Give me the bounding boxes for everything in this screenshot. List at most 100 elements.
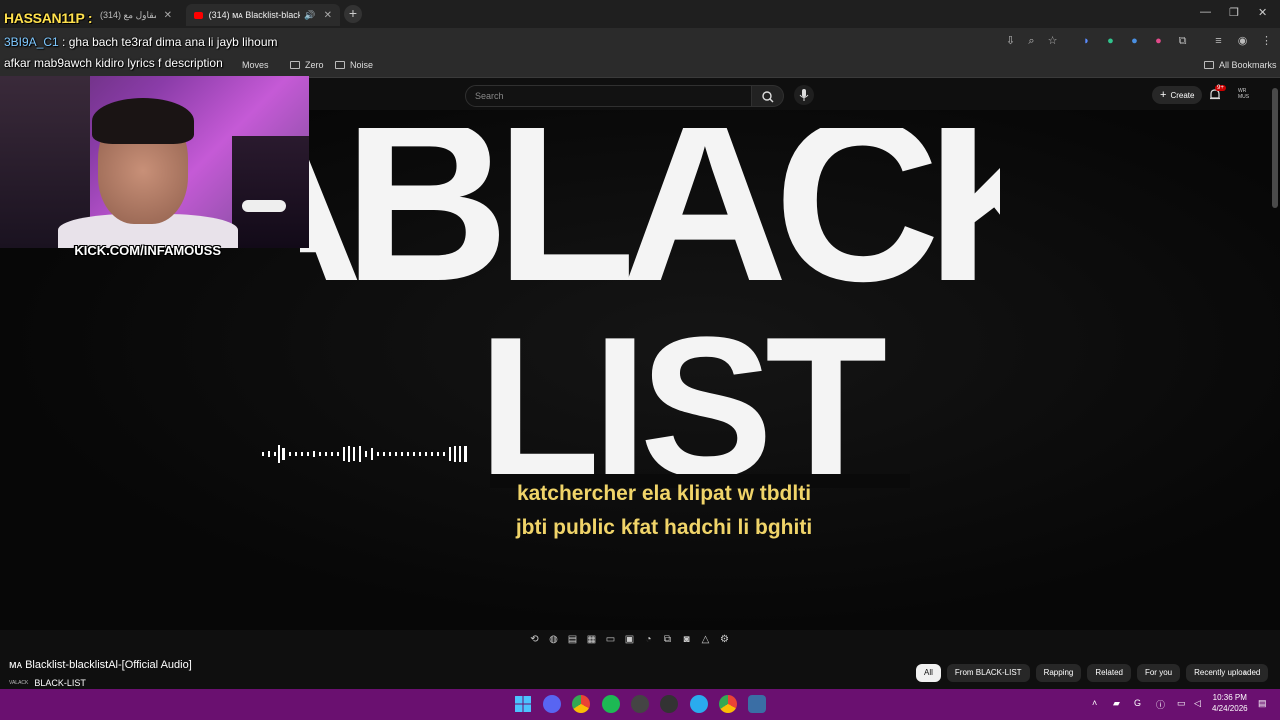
search-input[interactable]: Search [465,85,752,107]
new-tab-button[interactable]: + [344,5,362,23]
player-controls: ⟲ ◍ ▤ ▦ ▭ ▣ ◔ ⧉ ◙ △ ⚙ [527,633,742,649]
tray-chevron-up-icon[interactable]: ˄ [1092,698,1097,708]
artwork-title-line1: ᴀBLACK [300,128,1000,308]
chat-message: 3BI9A_C1 : gha bach te3raf dima ana li j… [4,35,278,49]
video-artwork-title: ᴀBLACK [300,128,1000,308]
chip-rapping[interactable]: Rapping [1035,664,1082,682]
captions-icon[interactable]: ▤ [565,633,580,647]
chrome-icon[interactable] [572,695,590,713]
search-button[interactable] [752,85,784,107]
chat-username: 3BI9A_C1 [4,35,59,49]
notification-badge: 9+ [1215,85,1226,91]
network-icon[interactable]: ▭ [1177,698,1186,709]
bookmark-folder[interactable]: Moves [242,60,269,70]
star-icon[interactable]: ☆ [1046,35,1059,48]
related-filter-chips: All From BLACK-LIST Rapping Related For … [916,664,1269,682]
close-tab-icon[interactable]: ✕ [164,10,172,21]
lyrics-line: katchercher ela klipat w tbdlti [516,482,812,505]
zoom-icon[interactable]: ⌕ [1025,35,1038,48]
filter-icon[interactable]: △ [698,633,713,647]
create-label: Create [1170,90,1195,100]
app-icon[interactable] [660,695,678,713]
chevron-right-icon[interactable]: › [1243,667,1247,679]
chat-text: : gha bach te3raf dima ana li jayb lihou… [62,35,278,49]
voice-search-button[interactable] [794,85,814,105]
chrome-icon[interactable] [719,695,737,713]
channel-name[interactable]: BLACK-LIST [34,678,86,688]
tab-label: (314) يوم مع مقاول مع [100,9,156,20]
tray-app-icon[interactable]: ▰ [1113,698,1120,709]
page-scrollbar[interactable] [1272,88,1278,208]
chip-related[interactable]: Related [1087,664,1131,682]
chip-all[interactable]: All [916,664,941,682]
audio-waveform [262,445,467,463]
tab-label: (314) ᴍᴀ Blacklist-blacklistA [208,10,301,20]
discord-icon[interactable] [543,695,561,713]
spotify-icon[interactable] [602,695,620,713]
channel-row: VALACK BLACK-LIST [9,678,86,688]
overlay-streamer-name: HASSAN11P : [4,10,93,26]
microphone-tray-icon[interactable]: ⓘ [1156,698,1165,711]
bookmark-folder[interactable]: Noise [335,60,373,70]
bookmark-folder[interactable]: Zero [290,60,324,70]
speed-icon[interactable]: ◔ [641,633,656,647]
puzzle-icon[interactable]: ⧉ [1176,35,1189,48]
all-bookmarks[interactable]: All Bookmarks [1204,60,1277,70]
kick-channel-label: KKICK.COM/INFAMOUSS [74,243,221,258]
folder-icon [335,61,345,69]
notification-center-icon[interactable]: ▤ [1258,698,1267,709]
system-clock[interactable]: 10:36 PM 4/24/2026 [1212,692,1248,714]
playlist-icon[interactable]: ▦ [584,633,599,647]
extension-icon[interactable]: ● [1104,35,1117,48]
screenshot-icon[interactable]: ◙ [679,633,694,647]
install-icon[interactable]: ⇩ [1004,35,1017,48]
browser-tab-strip: (314) يوم مع مقاول مع ✕ (314) ᴍᴀ Blackli… [0,0,1280,28]
loop-icon[interactable]: ⟲ [527,633,542,647]
windows-start-icon[interactable] [514,695,532,713]
bookmark-label: Moves [242,60,269,70]
volume-icon[interactable]: ◁ [1194,698,1201,709]
speaker-icon[interactable]: 🔊 [304,10,315,21]
obs-icon[interactable] [631,695,649,713]
minimize-icon[interactable]: — [1200,6,1211,18]
miniplayer-icon[interactable]: ▣ [622,633,637,647]
audio-icon[interactable]: ◍ [546,633,561,647]
channel-avatar[interactable]: VALACK [9,680,28,686]
extension-icon[interactable]: ● [1152,35,1165,48]
create-button[interactable]: + Create [1152,86,1203,104]
telegram-icon[interactable] [690,695,708,713]
maximize-icon[interactable]: ❐ [1229,6,1239,19]
tab-active[interactable]: (314) ᴍᴀ Blacklist-blacklistA 🔊 ✕ [186,4,340,26]
extension-icon[interactable]: ◗ [1080,35,1093,48]
clock-time: 10:36 PM [1212,693,1247,702]
plus-icon: + [1160,89,1167,101]
webcam-model-car [242,200,286,212]
streamer-webcam [0,76,309,248]
profile-icon[interactable]: ◉ [1236,35,1249,48]
search-icon [762,91,774,103]
lyrics-line: jbti public kfat hadchi li bghiti [515,516,813,539]
settings-gear-icon[interactable]: ⚙ [717,633,732,647]
webcam-background-pc [232,136,309,248]
menu-icon[interactable]: ⋮ [1260,35,1273,48]
folder-icon [290,61,300,69]
kick-url: KICK.COM/INFAMOUSS [74,243,222,258]
tray-app-icon[interactable]: G [1134,698,1141,708]
theater-icon[interactable]: ▭ [603,633,618,647]
youtube-favicon-icon [194,11,203,19]
clock-date: 4/24/2026 [1212,704,1248,713]
all-bookmarks-label: All Bookmarks [1219,60,1277,70]
close-tab-icon[interactable]: ✕ [324,10,332,21]
media-icon[interactable]: ≡ [1212,35,1225,48]
extension-icon[interactable]: ● [1128,35,1141,48]
account-avatar[interactable]: WR MUS [1238,88,1253,101]
chip-for-you[interactable]: For you [1136,664,1181,682]
chat-message-continued: afkar mab9awch kidiro lyrics f descripti… [4,56,223,70]
pip-icon[interactable]: ⧉ [660,633,675,647]
chip-from-channel[interactable]: From BLACK-LIST [946,664,1030,682]
chip-recently-uploaded[interactable]: Recently uploaded [1186,664,1269,682]
microphone-icon [799,89,809,101]
folder-icon [1204,61,1214,69]
close-window-icon[interactable]: ✕ [1258,6,1267,19]
window-app-icon[interactable] [748,695,766,713]
